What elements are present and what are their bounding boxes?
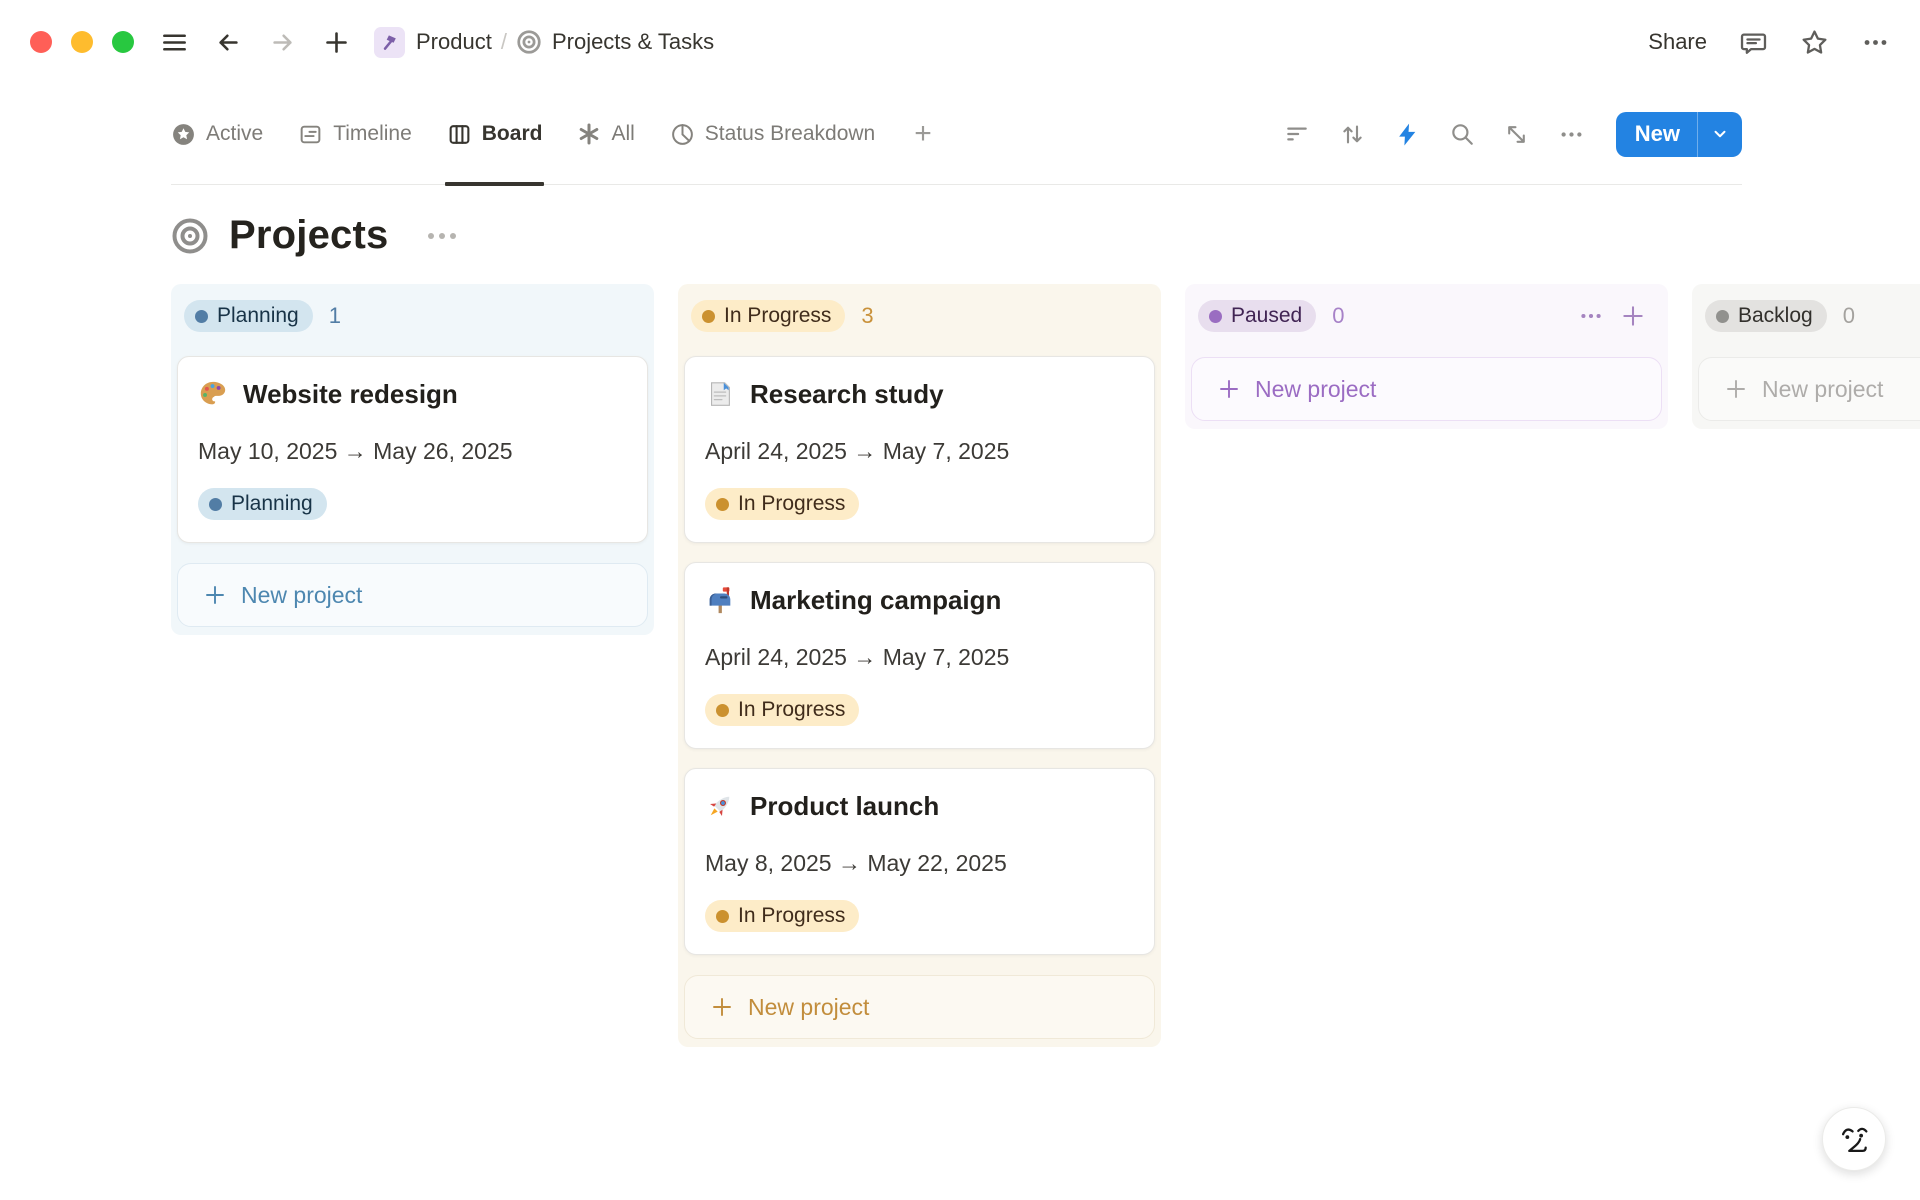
- sidebar-toggle-icon[interactable]: [161, 29, 188, 56]
- column-planning: Planning 1 Website redesign May 10, 2025…: [171, 284, 654, 635]
- palette-emoji-icon: [198, 379, 228, 409]
- column-count: 3: [861, 303, 873, 329]
- expand-icon[interactable]: [1504, 122, 1529, 147]
- card-title: Product launch: [750, 791, 939, 822]
- ai-face-icon: [1835, 1120, 1873, 1158]
- page-title[interactable]: Projects: [229, 213, 388, 258]
- view-more-icon[interactable]: [1558, 121, 1585, 148]
- card-date-range: April 24, 2025 → May 7, 2025: [705, 438, 1134, 465]
- new-project-button[interactable]: New project: [1191, 357, 1662, 421]
- automation-lightning-icon[interactable]: [1395, 122, 1420, 147]
- breadcrumb-separator: /: [501, 29, 507, 55]
- card-status-badge: In Progress: [705, 488, 859, 520]
- close-window-button[interactable]: [30, 31, 52, 53]
- board-icon: [447, 122, 472, 147]
- zoom-window-button[interactable]: [112, 31, 134, 53]
- comments-icon[interactable]: [1739, 28, 1768, 57]
- status-dot-icon: [716, 498, 729, 511]
- chevron-down-icon[interactable]: [1698, 125, 1742, 143]
- new-project-button[interactable]: New project: [684, 975, 1155, 1039]
- status-dot-icon: [702, 310, 715, 323]
- breadcrumb-page[interactable]: Projects & Tasks: [516, 29, 714, 55]
- card-title: Marketing campaign: [750, 585, 1001, 616]
- tab-status-breakdown[interactable]: Status Breakdown: [670, 84, 875, 185]
- status-dot-icon: [195, 310, 208, 323]
- card-title: Website redesign: [243, 379, 458, 410]
- status-pill[interactable]: Paused: [1198, 300, 1316, 332]
- project-card[interactable]: Research study April 24, 2025 → May 7, 2…: [684, 356, 1155, 543]
- column-count: 1: [329, 303, 341, 329]
- tab-timeline[interactable]: Timeline: [298, 84, 412, 185]
- more-options-icon[interactable]: [1861, 28, 1890, 57]
- new-project-button[interactable]: New project: [1698, 357, 1920, 421]
- card-status-badge: In Progress: [705, 900, 859, 932]
- project-card[interactable]: Marketing campaign April 24, 2025 → May …: [684, 562, 1155, 749]
- traffic-lights: [30, 31, 134, 53]
- back-arrow-icon[interactable]: [215, 29, 242, 56]
- column-count: 0: [1843, 303, 1855, 329]
- search-icon[interactable]: [1449, 121, 1475, 147]
- plus-icon: [1217, 377, 1241, 401]
- rocket-emoji-icon: [705, 791, 735, 821]
- bookmark-tabs-emoji-icon: [705, 379, 735, 409]
- page-header: Projects: [171, 213, 1920, 258]
- column-count: 0: [1332, 303, 1344, 329]
- card-status-badge: Planning: [198, 488, 327, 520]
- column-backlog: Backlog 0 New project: [1692, 284, 1920, 429]
- kanban-board: Planning 1 Website redesign May 10, 2025…: [171, 284, 1920, 1047]
- filter-icon[interactable]: [1284, 121, 1310, 147]
- card-status-badge: In Progress: [705, 694, 859, 726]
- favorite-star-icon[interactable]: [1800, 28, 1829, 57]
- card-date-range: May 10, 2025 → May 26, 2025: [198, 438, 627, 465]
- title-more-icon[interactable]: [428, 233, 456, 239]
- mailbox-emoji-icon: [705, 585, 735, 615]
- minimize-window-button[interactable]: [71, 31, 93, 53]
- status-pill[interactable]: Backlog: [1705, 300, 1827, 332]
- tab-active[interactable]: Active: [171, 84, 263, 185]
- plus-icon: [203, 583, 227, 607]
- card-date-range: April 24, 2025 → May 7, 2025: [705, 644, 1134, 671]
- tab-board[interactable]: Board: [447, 84, 543, 185]
- status-pill[interactable]: In Progress: [691, 300, 845, 332]
- project-card[interactable]: Website redesign May 10, 2025 → May 26, …: [177, 356, 648, 543]
- column-more-icon[interactable]: [1578, 303, 1604, 329]
- plus-icon: [1724, 377, 1748, 401]
- column-in-progress: In Progress 3 Research study April 24, 2…: [678, 284, 1161, 1047]
- new-button[interactable]: New: [1616, 112, 1742, 157]
- pie-chart-icon: [670, 122, 695, 147]
- tab-all[interactable]: All: [577, 84, 634, 185]
- target-icon: [171, 217, 209, 255]
- asterisk-icon: [577, 122, 601, 146]
- timeline-icon: [298, 122, 323, 147]
- plus-icon: [710, 995, 734, 1019]
- window-titlebar: Product / Projects & Tasks Share: [0, 0, 1920, 84]
- new-project-button[interactable]: New project: [177, 563, 648, 627]
- column-paused: Paused 0 New project: [1185, 284, 1668, 429]
- star-circle-icon: [171, 122, 196, 147]
- breadcrumb-workspace[interactable]: Product: [416, 29, 492, 55]
- sort-icon[interactable]: [1339, 121, 1366, 148]
- status-dot-icon: [716, 704, 729, 717]
- new-button-label[interactable]: New: [1616, 121, 1697, 147]
- column-add-icon[interactable]: [1620, 303, 1646, 329]
- share-button[interactable]: Share: [1648, 29, 1707, 55]
- forward-arrow-icon[interactable]: [269, 29, 296, 56]
- notion-ai-button[interactable]: [1822, 1107, 1886, 1171]
- card-title: Research study: [750, 379, 944, 410]
- new-page-plus-icon[interactable]: [323, 29, 350, 56]
- workspace-hammer-icon[interactable]: [374, 27, 405, 58]
- status-dot-icon: [209, 498, 222, 511]
- status-dot-icon: [1209, 310, 1222, 323]
- view-tab-bar: Active Timeline Board All Status Breakdo…: [171, 84, 1742, 185]
- project-card[interactable]: Product launch May 8, 2025 → May 22, 202…: [684, 768, 1155, 955]
- breadcrumb: Product / Projects & Tasks: [374, 27, 714, 58]
- card-date-range: May 8, 2025 → May 22, 2025: [705, 850, 1134, 877]
- target-icon: [516, 29, 542, 55]
- status-dot-icon: [1716, 310, 1729, 323]
- status-pill[interactable]: Planning: [184, 300, 313, 332]
- status-dot-icon: [716, 910, 729, 923]
- add-view-plus-icon[interactable]: +: [914, 117, 932, 151]
